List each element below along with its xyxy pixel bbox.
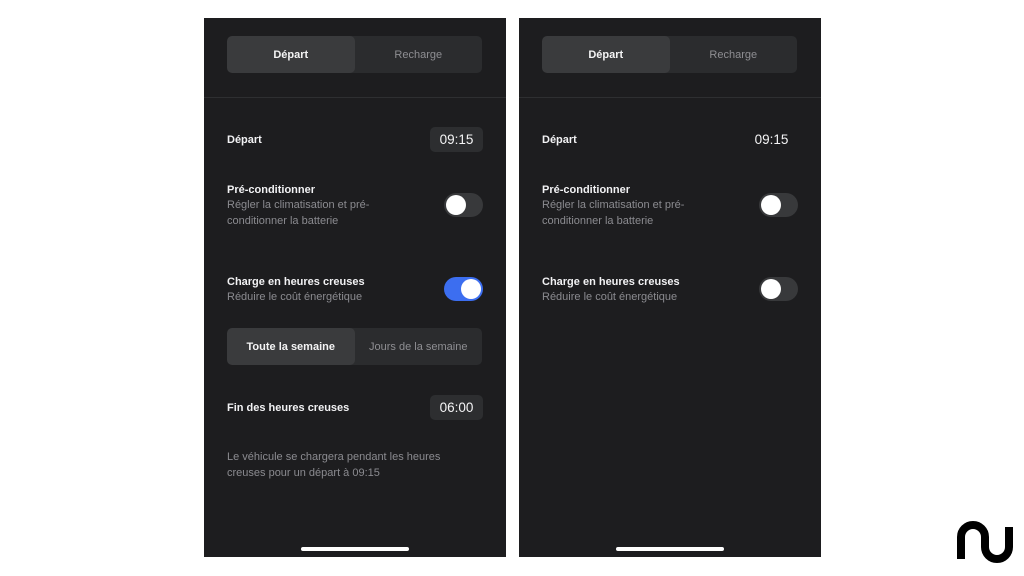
toggle-knob <box>761 195 781 215</box>
phone-screen-left: Départ Recharge Départ 09:15 Pré-conditi… <box>204 18 506 557</box>
toggle-knob <box>761 279 781 299</box>
offpeak-toggle[interactable] <box>444 277 483 301</box>
toggle-knob <box>446 195 466 215</box>
offpeak-title: Charge en heures creuses <box>542 276 680 288</box>
header-divider <box>204 97 506 98</box>
tab-recharge[interactable]: Recharge <box>670 36 798 73</box>
tab-depart[interactable]: Départ <box>227 36 355 73</box>
home-indicator[interactable] <box>616 547 724 551</box>
charging-info-text: Le véhicule se chargera pendant les heur… <box>227 451 441 479</box>
schedule-segmented-control: Toute la semaine Jours de la semaine <box>227 328 482 365</box>
tab-depart[interactable]: Départ <box>542 36 670 73</box>
tab-weekdays[interactable]: Jours de la semaine <box>355 328 483 365</box>
home-indicator[interactable] <box>301 547 409 551</box>
toggle-knob <box>461 279 481 299</box>
offpeak-title: Charge en heures creuses <box>227 276 365 288</box>
offpeak-end-time-button[interactable]: 06:00 <box>430 395 483 420</box>
offpeak-toggle[interactable] <box>759 277 798 301</box>
phone-screen-right: Départ Recharge Départ 09:15 Pré-conditi… <box>519 18 821 557</box>
offpeak-end-label: Fin des heures creuses <box>227 402 350 414</box>
precondition-toggle[interactable] <box>759 193 798 217</box>
departure-label: Départ <box>542 134 577 146</box>
precondition-subtitle: Régler la climatisation et pré-condition… <box>227 199 370 227</box>
brand-logo-icon <box>957 521 1013 563</box>
tab-recharge[interactable]: Recharge <box>355 36 483 73</box>
precondition-toggle[interactable] <box>444 193 483 217</box>
tab-whole-week[interactable]: Toute la semaine <box>227 328 355 365</box>
departure-time-button[interactable]: 09:15 <box>430 127 483 152</box>
offpeak-subtitle: Réduire le coût énergétique <box>227 291 363 303</box>
header-divider <box>519 97 821 98</box>
mode-segmented-control: Départ Recharge <box>227 36 482 73</box>
precondition-title: Pré-conditionner <box>542 184 631 196</box>
departure-time-button[interactable]: 09:15 <box>745 127 798 152</box>
precondition-subtitle: Régler la climatisation et pré-condition… <box>542 199 685 227</box>
mode-segmented-control: Départ Recharge <box>542 36 797 73</box>
precondition-title: Pré-conditionner <box>227 184 316 196</box>
departure-label: Départ <box>227 134 262 146</box>
offpeak-subtitle: Réduire le coût énergétique <box>542 291 678 303</box>
